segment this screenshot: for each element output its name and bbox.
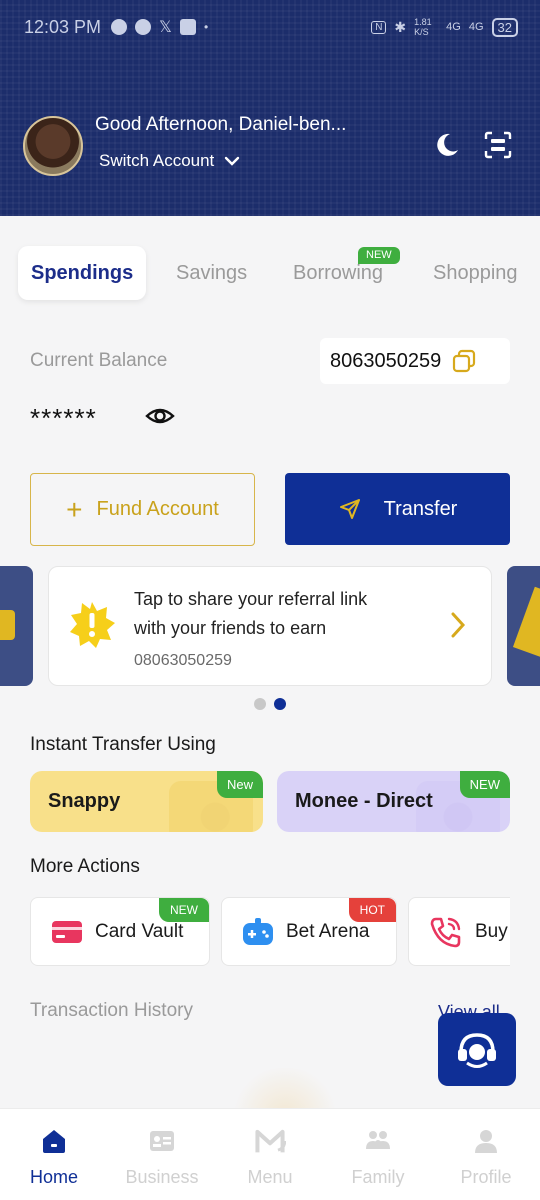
referral-text-1: Tap to share your referral link: [134, 589, 368, 609]
referral-phone: 08063050259: [134, 652, 232, 669]
fund-account-button[interactable]: + Fund Account: [30, 473, 255, 546]
youtube-icon: [179, 19, 196, 35]
buy-airtime-button[interactable]: Buy: [408, 897, 510, 966]
battery-icon: 32: [491, 17, 518, 37]
bet-arena-button[interactable]: Bet Arena HOT: [221, 897, 397, 966]
status-right: N ✱ 1.81 K/S 4G 4G 32: [371, 17, 518, 37]
dot-icon: •: [203, 20, 209, 34]
borrowing-new-badge: NEW: [358, 247, 400, 264]
support-button[interactable]: [438, 1013, 516, 1086]
card-icon: [52, 920, 82, 943]
carousel-dot-active[interactable]: [274, 698, 286, 710]
nav-menu[interactable]: Menu: [216, 1109, 324, 1200]
transaction-history-title: Transaction History: [30, 1000, 193, 1021]
home-icon: [43, 1130, 65, 1153]
tab-shopping[interactable]: Shopping: [433, 246, 518, 300]
carousel-dots: [254, 698, 286, 710]
switch-account-label: Switch Account: [99, 151, 215, 170]
family-icon: [366, 1131, 390, 1149]
carousel-dot[interactable]: [254, 698, 266, 710]
switch-account-button[interactable]: Switch Account: [99, 151, 240, 171]
nav-business-label: Business: [125, 1167, 199, 1187]
bet-arena-hot-badge: HOT: [348, 898, 396, 922]
alert-badge-icon: [70, 602, 115, 648]
account-number-chip[interactable]: 8063050259: [320, 338, 510, 384]
nav-profile-label: Profile: [460, 1167, 512, 1187]
more-actions-title: More Actions: [30, 856, 140, 877]
card-vault-new-badge: NEW: [159, 898, 209, 922]
fund-account-label: Fund Account: [96, 498, 219, 520]
monee-direct-card[interactable]: Monee - Direct NEW: [277, 771, 510, 832]
nav-home[interactable]: Home: [0, 1109, 108, 1200]
bottom-nav: Home Business Menu Family Profile: [0, 1108, 540, 1200]
snappy-new-badge: New: [216, 771, 263, 798]
account-tabs: Spendings Savings Borrowing NEW Shopping: [18, 246, 540, 300]
header: 12:03 PM 𝕏 • N ✱ 1.81 K/S 4G 4G 32 Good …: [0, 0, 540, 216]
chevron-right-icon[interactable]: [449, 611, 467, 639]
plus-icon: +: [66, 493, 83, 525]
chevron-down-icon: [225, 156, 240, 166]
monee-direct-label: Monee - Direct: [295, 790, 433, 812]
copy-icon[interactable]: [451, 348, 477, 374]
message-icon: [111, 19, 128, 35]
referral-card[interactable]: Tap to share your referral link with you…: [48, 566, 492, 686]
nav-menu-label: Menu: [247, 1167, 293, 1187]
nav-family[interactable]: Family: [324, 1109, 432, 1200]
gamepad-icon: [243, 917, 273, 945]
business-icon: [150, 1131, 174, 1151]
buy-label: Buy: [475, 920, 508, 942]
card-vault-label: Card Vault: [95, 920, 184, 942]
phone-call-icon: [430, 917, 461, 947]
menu-logo-icon: [255, 1129, 286, 1153]
whatsapp-icon: [135, 19, 152, 35]
transfer-button[interactable]: Transfer: [285, 473, 510, 545]
carousel-prev-card[interactable]: [0, 566, 33, 686]
snappy-card[interactable]: Snappy New: [30, 771, 263, 832]
status-time: 12:03 PM: [24, 16, 102, 37]
speed-readout: 1.81 K/S: [414, 17, 432, 37]
nav-profile[interactable]: Profile: [432, 1109, 540, 1200]
carousel-next-card[interactable]: [507, 566, 540, 686]
bet-arena-label: Bet Arena: [286, 920, 370, 942]
x-icon: 𝕏: [159, 19, 172, 36]
nav-business[interactable]: Business: [108, 1109, 216, 1200]
profile-icon: [475, 1130, 497, 1153]
nav-home-label: Home: [29, 1167, 78, 1187]
account-number: 8063050259: [330, 349, 442, 372]
nfc-icon: N: [371, 20, 387, 34]
send-icon: [339, 499, 360, 519]
nav-family-label: Family: [351, 1167, 405, 1187]
network-2: 4G: [468, 21, 484, 33]
snappy-label: Snappy: [48, 790, 121, 812]
tab-spendings[interactable]: Spendings: [18, 246, 147, 300]
tab-savings[interactable]: Savings: [176, 246, 247, 300]
headset-icon: [458, 1032, 496, 1068]
moon-icon[interactable]: [431, 130, 461, 160]
eye-icon[interactable]: [145, 404, 175, 428]
scan-icon[interactable]: [483, 130, 513, 160]
avatar[interactable]: [23, 116, 83, 176]
referral-text-2: with your friends to earn: [134, 618, 327, 638]
greeting: Good Afternoon, Daniel-ben...: [95, 114, 347, 135]
monee-new-badge: NEW: [459, 771, 510, 798]
instant-transfer-title: Instant Transfer Using: [30, 734, 216, 755]
masked-balance: ******: [30, 403, 97, 433]
status-bar: 12:03 PM 𝕏 • N ✱ 1.81 K/S 4G 4G 32: [24, 14, 518, 40]
card-vault-button[interactable]: Card Vault NEW: [30, 897, 210, 966]
bluetooth-icon: ✱: [394, 18, 407, 35]
current-balance-label: Current Balance: [30, 350, 168, 371]
network-1: 4G: [446, 21, 461, 33]
transfer-label: Transfer: [383, 497, 458, 520]
